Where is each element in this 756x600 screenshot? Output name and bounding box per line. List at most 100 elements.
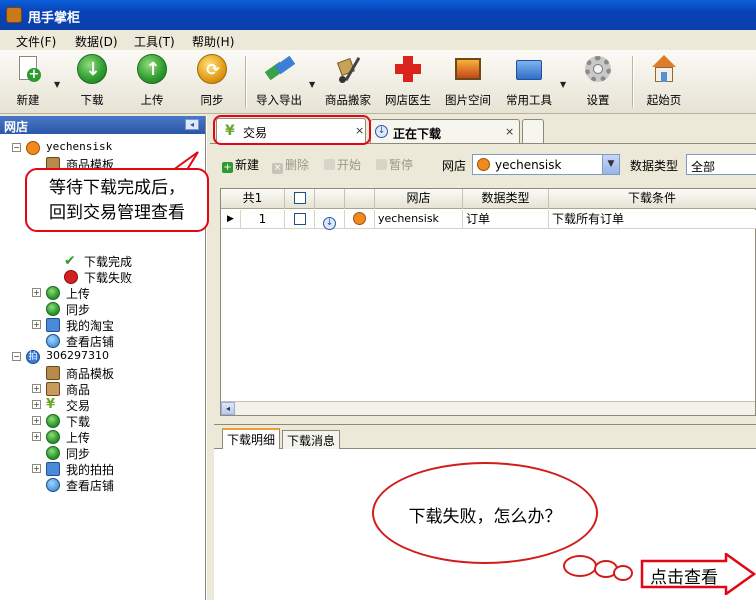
picture-icon — [453, 54, 483, 84]
new-dropdown-arrow[interactable]: ▼ — [54, 80, 60, 89]
download-status-icon: ↓ — [323, 217, 336, 230]
toolbar-separator — [245, 56, 246, 108]
tree-node-upload[interactable]: + 上传 — [32, 429, 202, 445]
tab-download-details[interactable]: 下载明细 — [222, 428, 281, 449]
tree-node-download[interactable]: + 下载 — [32, 413, 202, 429]
menu-help[interactable]: 帮助(H) — [192, 33, 234, 50]
tree-node-download-failed[interactable]: 下载失败 — [52, 269, 202, 285]
tree-node-view-shop[interactable]: 查看店铺 — [32, 333, 202, 349]
chevron-down-icon[interactable]: ▼ — [602, 155, 619, 174]
collapse-icon[interactable]: − — [12, 143, 21, 152]
row-checkbox[interactable] — [293, 213, 306, 225]
taobao-shop-icon — [353, 212, 366, 225]
start-page-button[interactable]: 起始页 — [644, 54, 684, 110]
tree-node-my-paipai[interactable]: + 我的拍拍 — [32, 461, 202, 477]
tree-node-sync[interactable]: 同步 — [32, 445, 202, 461]
picture-space-button[interactable]: 图片空间 — [442, 54, 494, 110]
horizontal-scrollbar[interactable]: ◂ — [221, 401, 755, 415]
collapse-icon[interactable]: − — [12, 352, 21, 361]
sync-button[interactable]: ⟳ 同步 — [192, 54, 232, 110]
check-icon: ✔ — [64, 253, 76, 269]
data-type-select[interactable]: 全部 — [686, 154, 756, 175]
tree-node-view-shop[interactable]: 查看店铺 — [32, 477, 202, 493]
select-all-checkbox[interactable] — [293, 192, 306, 204]
hand-truck-icon — [333, 54, 363, 84]
sync-icon — [46, 302, 60, 316]
table-row[interactable]: ▶ 1 ↓ yechensisk 订单 下载所有订单 — [221, 210, 756, 230]
shop-doctor-button[interactable]: 网店医生 — [382, 54, 434, 110]
row-status-cell: ↓ — [315, 210, 345, 230]
expand-icon[interactable]: + — [32, 432, 41, 441]
red-cross-icon — [393, 54, 423, 84]
column-header-select-all[interactable] — [285, 189, 315, 209]
paipai-shop-icon: 拍 — [26, 350, 40, 364]
tree-node-sync[interactable]: 同步 — [32, 301, 202, 317]
bubble-text: 下载失败，怎么办？ — [408, 507, 562, 527]
sync-icon: ⟳ — [197, 54, 227, 84]
home-icon — [649, 54, 679, 84]
scroll-left-icon[interactable]: ◂ — [221, 402, 235, 415]
detail-tabs: 下载明细 下载消息 — [214, 425, 756, 449]
view-more-link[interactable]: 点击查看 — [640, 553, 756, 595]
row-condition: 下载所有订单 — [552, 212, 625, 226]
new-button[interactable]: + 新建 — [8, 54, 48, 110]
expand-icon[interactable]: + — [32, 464, 41, 473]
column-header-data-type[interactable]: 数据类型 — [463, 189, 549, 209]
close-tab-icon[interactable]: × — [505, 125, 514, 138]
expand-icon[interactable]: + — [32, 416, 41, 425]
move-products-button[interactable]: 商品搬家 — [322, 54, 374, 110]
instruction-callout: 等待下载完成后， 回到交易管理查看 — [25, 168, 209, 232]
tree-node-download-complete[interactable]: ✔ 下载完成 — [52, 253, 202, 269]
upload-button[interactable]: ↑ 上传 — [132, 54, 172, 110]
tree-node-products[interactable]: + 商品 — [32, 381, 202, 397]
expand-icon[interactable]: + — [32, 288, 41, 297]
row-shop-icon-cell — [345, 210, 375, 229]
pause-task-button[interactable]: 暂停 — [376, 156, 413, 173]
bubble-dot — [613, 565, 633, 581]
taobao-shop-icon — [26, 141, 40, 155]
tree-node-upload[interactable]: + 上传 — [32, 285, 202, 301]
common-tools-button[interactable]: 常用工具 — [502, 54, 556, 110]
new-doc-icon: + — [13, 54, 43, 84]
tree-node-my-taobao[interactable]: + 我的淘宝 — [32, 317, 202, 333]
menu-tools[interactable]: 工具(T) — [134, 33, 175, 50]
menu-data[interactable]: 数据(D) — [75, 33, 118, 50]
pin-panel-icon[interactable]: ◂ — [185, 119, 199, 130]
tab-download-messages[interactable]: 下载消息 — [282, 430, 341, 449]
start-task-button[interactable]: 开始 — [324, 156, 361, 173]
callout-line-1: 等待下载完成后， — [49, 178, 185, 198]
shop-select[interactable]: yechensisk ▼ — [472, 154, 620, 175]
import-export-dropdown-arrow[interactable]: ▼ — [309, 80, 315, 89]
column-header-count[interactable]: 共1 — [221, 189, 285, 209]
new-task-button[interactable]: + 新建 — [222, 156, 259, 173]
upload-icon — [46, 430, 60, 444]
expand-icon[interactable]: + — [32, 384, 41, 393]
download-button[interactable]: ↓ 下载 — [72, 54, 112, 110]
window-title: 甩手掌柜 — [28, 11, 81, 26]
tree-node-product-template[interactable]: 商品模板 — [32, 365, 202, 381]
expand-icon[interactable]: + — [32, 400, 41, 409]
settings-button[interactable]: 设置 — [578, 54, 618, 110]
column-header-download-condition[interactable]: 下载条件 — [549, 189, 755, 209]
question-bubble: 下载失败，怎么办？ — [372, 462, 598, 564]
trade-tab-highlight — [213, 115, 371, 145]
import-export-button[interactable]: 导入导出 — [254, 54, 304, 110]
callout-line-2: 回到交易管理查看 — [49, 203, 185, 223]
tree-node-trade[interactable]: + ¥ 交易 — [32, 397, 202, 413]
column-header-shop[interactable]: 网店 — [375, 189, 463, 209]
upload-icon — [46, 286, 60, 300]
expand-icon[interactable]: + — [32, 320, 41, 329]
row-index: 1 — [241, 210, 285, 229]
new-tab-button[interactable] — [522, 119, 544, 143]
template-icon — [46, 366, 60, 380]
delete-task-button[interactable]: × 删除 — [272, 156, 309, 174]
common-tools-dropdown-arrow[interactable]: ▼ — [560, 80, 566, 89]
data-type-label: 数据类型 — [630, 159, 679, 173]
play-icon — [324, 159, 335, 170]
tree-node-shop-306297310[interactable]: − 拍 306297310 — [12, 349, 202, 365]
grid-header: 共1 网店 数据类型 下载条件 — [221, 189, 756, 209]
row-checkbox-cell[interactable] — [285, 210, 315, 229]
download-icon — [46, 414, 60, 428]
menu-file[interactable]: 文件(F) — [16, 33, 56, 50]
tab-downloading[interactable]: ↓ 正在下载 × — [370, 119, 520, 143]
